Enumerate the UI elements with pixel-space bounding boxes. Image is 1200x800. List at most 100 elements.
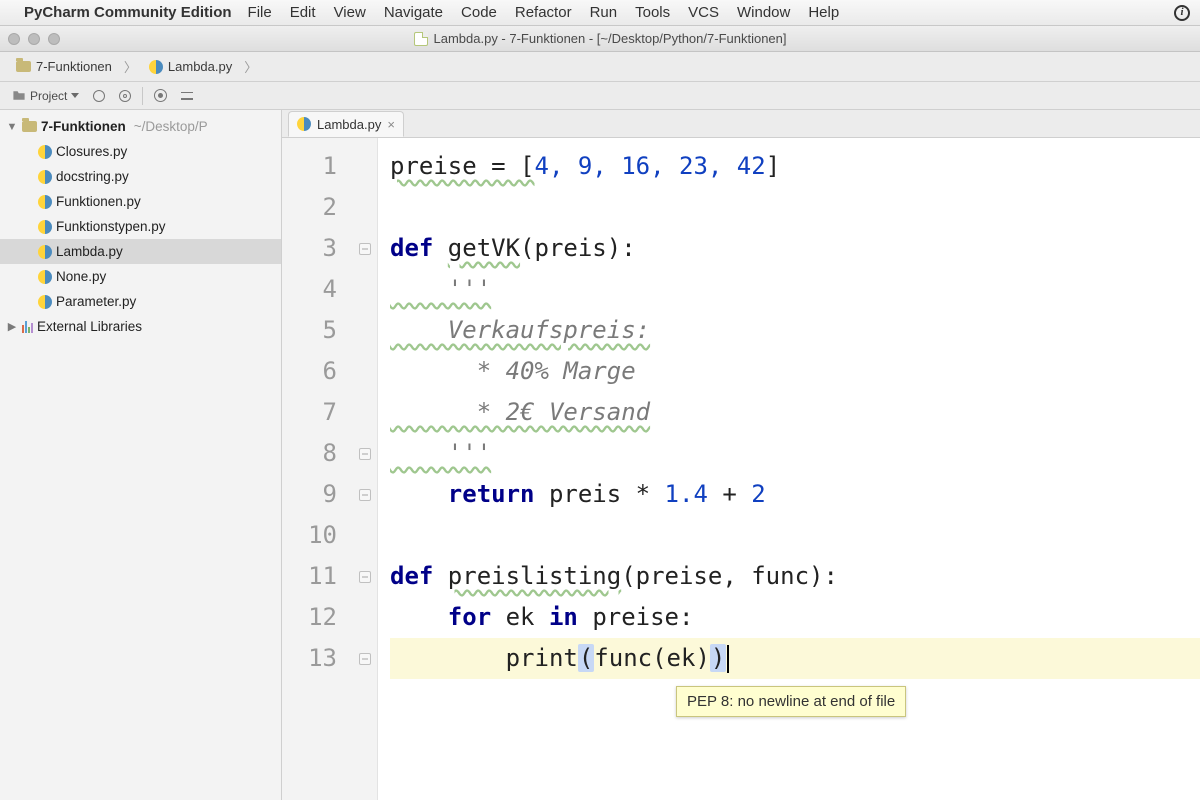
code-area[interactable]: preise = [4, 9, 16, 23, 42] def getVK(pr… — [378, 138, 1200, 800]
folder-icon — [22, 121, 37, 132]
select-opened-file-button[interactable] — [113, 85, 137, 107]
menu-window[interactable]: Window — [737, 4, 790, 21]
menu-refactor[interactable]: Refactor — [515, 4, 572, 21]
python-icon — [38, 220, 52, 234]
menu-run[interactable]: Run — [590, 4, 618, 21]
breadcrumb-folder[interactable]: 7-Funktionen — [10, 57, 118, 76]
line-number: 4 — [282, 269, 377, 310]
autoscroll-button[interactable] — [87, 85, 111, 107]
menu-file[interactable]: File — [248, 4, 272, 21]
fold-icon[interactable] — [359, 243, 371, 255]
target-icon — [119, 90, 131, 102]
python-icon — [149, 60, 163, 74]
tooltip-text: PEP 8: no newline at end of file — [687, 693, 895, 710]
python-icon — [38, 195, 52, 209]
line-number: 8 — [282, 433, 377, 474]
libraries-icon — [22, 321, 33, 333]
editor-tab-label: Lambda.py — [317, 117, 381, 132]
python-icon — [38, 170, 52, 184]
separator — [142, 87, 143, 105]
tree-file-label: Funktionstypen.py — [56, 219, 166, 234]
tree-file[interactable]: docstring.py — [0, 164, 281, 189]
menu-vcs[interactable]: VCS — [688, 4, 719, 21]
fold-icon[interactable] — [359, 489, 371, 501]
tree-root-label: 7-Funktionen — [41, 119, 126, 134]
line-number: 5 — [282, 310, 377, 351]
tree-file-label: Lambda.py — [56, 244, 123, 259]
menu-view[interactable]: View — [334, 4, 366, 21]
python-file-icon — [414, 32, 428, 46]
python-icon — [297, 117, 311, 131]
breadcrumb-file[interactable]: Lambda.py — [143, 57, 238, 76]
line-number: 1 — [282, 146, 377, 187]
tree-file-label: docstring.py — [56, 169, 129, 184]
tree-file[interactable]: None.py — [0, 264, 281, 289]
tree-file-selected[interactable]: Lambda.py — [0, 239, 281, 264]
line-number: 12 — [282, 597, 377, 638]
project-toolbar: Project — [0, 82, 1200, 110]
menu-navigate[interactable]: Navigate — [384, 4, 443, 21]
gutter: 1 2 3 4 5 6 7 8 9 10 11 12 13 — [282, 138, 378, 800]
chevron-down-icon — [71, 93, 79, 98]
folder-icon — [16, 61, 31, 72]
menu-code[interactable]: Code — [461, 4, 497, 21]
python-icon — [38, 245, 52, 259]
menu-help[interactable]: Help — [808, 4, 839, 21]
disclosure-triangle-icon[interactable]: ▶ — [6, 320, 18, 333]
breadcrumb: 7-Funktionen 〉 Lambda.py 〉 — [0, 52, 1200, 82]
python-icon — [38, 295, 52, 309]
editor-body[interactable]: 1 2 3 4 5 6 7 8 9 10 11 12 13 preise = [… — [282, 138, 1200, 800]
collapse-all-button[interactable] — [175, 85, 199, 107]
tree-file-label: Funktionen.py — [56, 194, 141, 209]
info-icon[interactable]: i — [1174, 5, 1190, 21]
window-title: Lambda.py - 7-Funktionen - [~/Desktop/Py… — [434, 31, 787, 46]
window-titlebar: Lambda.py - 7-Funktionen - [~/Desktop/Py… — [0, 26, 1200, 52]
fold-icon[interactable] — [359, 653, 371, 665]
project-tree[interactable]: ▼ 7-Funktionen ~/Desktop/P Closures.py d… — [0, 110, 282, 800]
tree-root-path: ~/Desktop/P — [134, 119, 208, 134]
python-icon — [38, 270, 52, 284]
editor-tabstrip: Lambda.py × — [282, 110, 1200, 138]
line-number: 2 — [282, 187, 377, 228]
fold-icon[interactable] — [359, 571, 371, 583]
collapse-icon — [181, 90, 193, 102]
editor: Lambda.py × 1 2 3 4 5 6 7 8 9 10 11 12 1… — [282, 110, 1200, 800]
line-number: 10 — [282, 515, 377, 556]
close-tab-icon[interactable]: × — [387, 117, 395, 132]
tree-file[interactable]: Parameter.py — [0, 289, 281, 314]
settings-button[interactable] — [148, 85, 173, 107]
line-number: 11 — [282, 556, 377, 597]
editor-tab[interactable]: Lambda.py × — [288, 111, 404, 137]
menu-edit[interactable]: Edit — [290, 4, 316, 21]
project-tool-window-button[interactable]: Project — [6, 85, 85, 107]
chevron-right-icon: 〉 — [244, 57, 257, 76]
menu-tools[interactable]: Tools — [635, 4, 670, 21]
line-number: 7 — [282, 392, 377, 433]
fold-icon[interactable] — [359, 448, 371, 460]
disclosure-triangle-icon[interactable]: ▼ — [6, 121, 18, 133]
tree-file-label: None.py — [56, 269, 106, 284]
project-label: Project — [30, 89, 67, 103]
project-icon — [12, 89, 26, 103]
sync-icon — [93, 90, 105, 102]
line-number: 6 — [282, 351, 377, 392]
tree-external-libs-label: External Libraries — [37, 319, 142, 334]
tree-file[interactable]: Funktionstypen.py — [0, 214, 281, 239]
gear-icon — [154, 89, 167, 102]
tree-root[interactable]: ▼ 7-Funktionen ~/Desktop/P — [0, 114, 281, 139]
tree-external-libs[interactable]: ▶ External Libraries — [0, 314, 281, 339]
line-number: 13 — [282, 638, 377, 679]
tree-file-label: Closures.py — [56, 144, 127, 159]
breadcrumb-file-label: Lambda.py — [168, 59, 232, 74]
appname[interactable]: PyCharm Community Edition — [24, 4, 232, 21]
python-icon — [38, 145, 52, 159]
tree-file-label: Parameter.py — [56, 294, 136, 309]
chevron-right-icon: 〉 — [124, 57, 137, 76]
macos-menubar: PyCharm Community Edition File Edit View… — [0, 0, 1200, 26]
line-number: 3 — [282, 228, 377, 269]
tree-file[interactable]: Funktionen.py — [0, 189, 281, 214]
inspection-tooltip: PEP 8: no newline at end of file — [676, 686, 906, 717]
text-cursor — [727, 645, 729, 673]
breadcrumb-folder-label: 7-Funktionen — [36, 59, 112, 74]
tree-file[interactable]: Closures.py — [0, 139, 281, 164]
